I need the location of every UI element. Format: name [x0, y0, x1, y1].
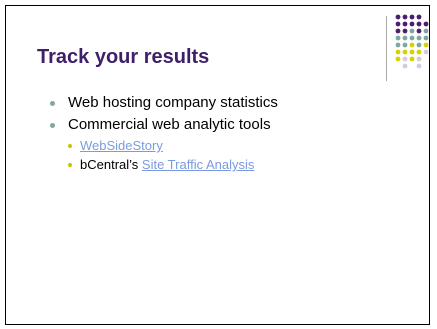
sub-bullet-item: WebSideStory: [68, 136, 278, 155]
deco-dot: [423, 49, 429, 55]
deco-dot: [402, 49, 408, 55]
bullet-list: Web hosting company statistics Commercia…: [50, 92, 278, 174]
slide-title: Track your results: [37, 46, 210, 68]
deco-dot: [395, 21, 401, 27]
deco-dot: [416, 42, 422, 48]
deco-dot: [402, 42, 408, 48]
sub-bullet-dot: [68, 144, 72, 148]
sub-bullet-prefix: bCentral’s: [80, 157, 142, 172]
deco-dot: [416, 28, 422, 34]
sub-bullet-dot: [68, 163, 72, 167]
bullet-dot: [50, 101, 55, 106]
deco-dot: [416, 49, 422, 55]
sub-bullet-item: bCentral’s Site Traffic Analysis: [68, 155, 278, 174]
deco-dot: [416, 56, 422, 62]
slide: Track your results Web hosting company s…: [5, 5, 430, 325]
websidestory-link[interactable]: WebSideStory: [80, 138, 163, 153]
deco-dot: [395, 49, 401, 55]
deco-dot: [409, 14, 415, 20]
deco-dot: [402, 28, 408, 34]
deco-dot: [416, 14, 422, 20]
deco-dot: [402, 14, 408, 20]
deco-dot: [416, 21, 422, 27]
deco-dot: [402, 63, 408, 69]
deco-dot: [409, 49, 415, 55]
bullet-dot: [50, 123, 55, 128]
decorative-divider: [386, 16, 387, 81]
deco-dot: [395, 14, 401, 20]
site-traffic-analysis-link[interactable]: Site Traffic Analysis: [142, 157, 254, 172]
deco-dot: [416, 35, 422, 41]
deco-dot: [416, 63, 422, 69]
deco-dot: [402, 35, 408, 41]
bullet-item: Commercial web analytic tools: [50, 114, 278, 136]
deco-dot: [402, 21, 408, 27]
deco-dot: [395, 28, 401, 34]
bullet-item: Web hosting company statistics: [50, 92, 278, 114]
bullet-text: Web hosting company statistics: [68, 94, 278, 111]
decorative-dot-grid: [395, 14, 429, 69]
deco-dot: [395, 35, 401, 41]
deco-dot: [395, 42, 401, 48]
bullet-text: Commercial web analytic tools: [68, 116, 271, 133]
deco-dot: [409, 56, 415, 62]
deco-dot: [409, 28, 415, 34]
deco-dot: [423, 21, 429, 27]
deco-dot: [402, 56, 408, 62]
deco-dot: [409, 21, 415, 27]
deco-dot: [409, 35, 415, 41]
deco-dot: [423, 42, 429, 48]
deco-dot: [423, 28, 429, 34]
deco-dot: [395, 56, 401, 62]
deco-dot: [409, 42, 415, 48]
deco-dot: [423, 35, 429, 41]
